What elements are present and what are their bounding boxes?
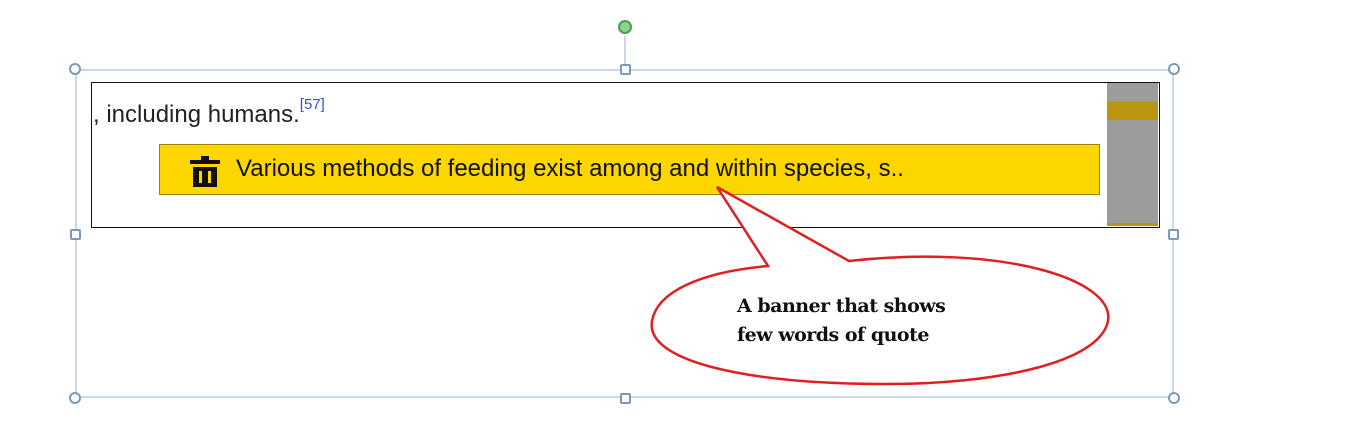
callout-line: A banner that shows	[737, 295, 946, 317]
resize-handle-top[interactable]	[620, 64, 631, 75]
resize-handle-bottom-right[interactable]	[1168, 392, 1180, 404]
resize-handle-left[interactable]	[70, 229, 81, 240]
resize-handle-bottom[interactable]	[620, 393, 631, 404]
resize-handle-top-right[interactable]	[1168, 63, 1180, 75]
resize-handle-top-left[interactable]	[69, 63, 81, 75]
callout-line: few words of quote	[737, 324, 929, 346]
resize-handle-right[interactable]	[1168, 229, 1179, 240]
resize-handle-bottom-left[interactable]	[69, 392, 81, 404]
speech-bubble	[650, 185, 1110, 386]
callout-text: A banner that shows few words of quote	[737, 292, 946, 350]
